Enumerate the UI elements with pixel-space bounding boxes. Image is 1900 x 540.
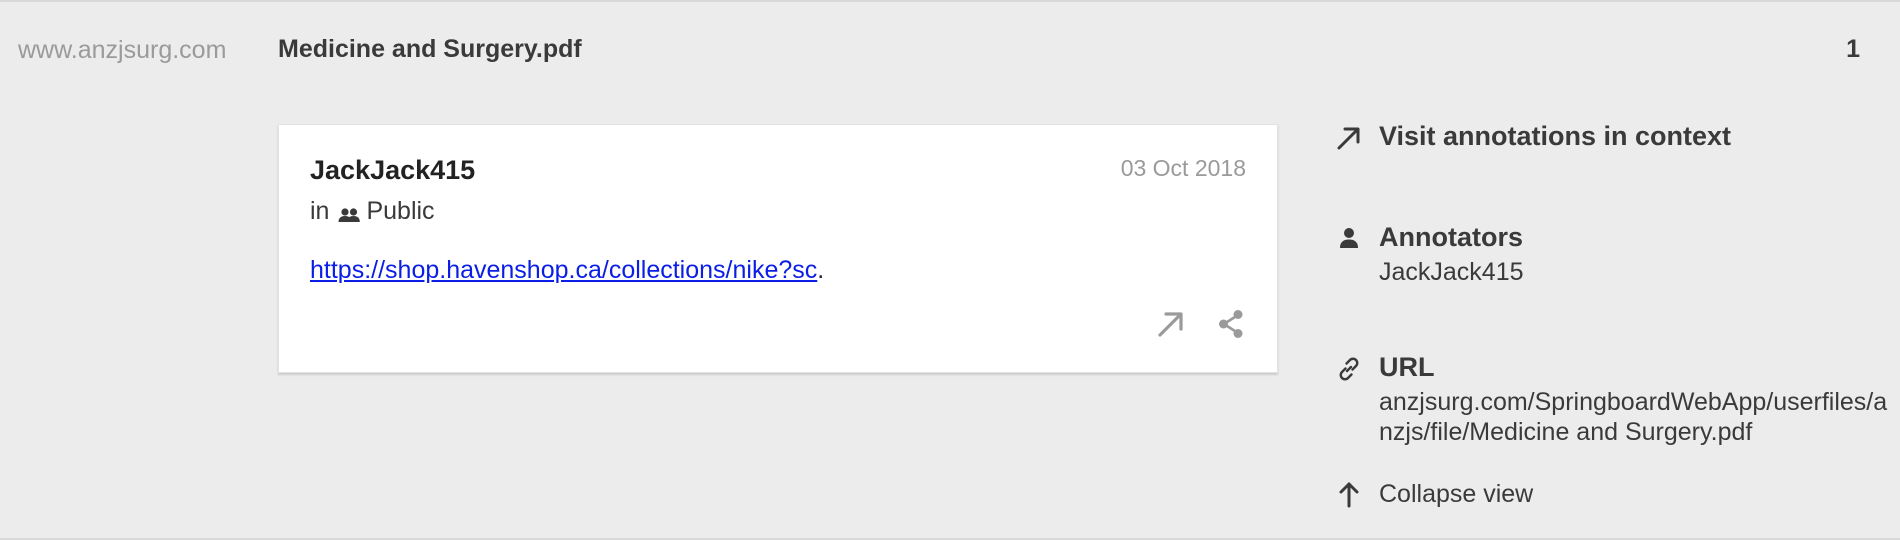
group-icon	[338, 203, 361, 222]
annotators-value: JackJack415	[1379, 258, 1524, 286]
annotators-title: Annotators	[1379, 222, 1523, 252]
share-icon[interactable]	[1215, 308, 1247, 340]
url-title: URL	[1379, 352, 1435, 382]
visit-annotations-label: Visit annotations in context	[1379, 121, 1732, 151]
annotation-trailing-text: .	[817, 256, 825, 284]
annotation-group: in Public	[310, 197, 435, 226]
document-domain: www.anzjsurg.com	[18, 36, 227, 64]
document-annotation-row: www.anzjsurg.com Medicine and Surgery.pd…	[0, 0, 1900, 540]
annotation-card: JackJack415 03 Oct 2018 in Public https:…	[278, 124, 1278, 373]
collapse-view-button[interactable]: Collapse view	[1336, 478, 1896, 514]
collapse-view-label: Collapse view	[1379, 480, 1534, 508]
annotation-date: 03 Oct 2018	[1120, 155, 1246, 181]
user-icon	[1336, 226, 1362, 252]
annotation-username[interactable]: JackJack415	[310, 155, 475, 186]
arrow-up-right-icon	[1336, 125, 1362, 151]
external-link-icon[interactable]	[1155, 308, 1187, 340]
url-value: anzjsurg.com/SpringboardWebApp/userfiles…	[1379, 388, 1888, 446]
link-icon	[1336, 356, 1362, 382]
document-title-link[interactable]: Medicine and Surgery.pdf	[278, 35, 582, 64]
group-name-link[interactable]: Public	[366, 197, 434, 226]
annotation-body: https://shop.havenshop.ca/collections/ni…	[310, 256, 824, 285]
annotation-count: 1	[1846, 35, 1860, 63]
annotation-actions	[1155, 308, 1247, 340]
arrow-up-icon	[1336, 480, 1362, 508]
document-header: www.anzjsurg.com Medicine and Surgery.pd…	[0, 2, 1900, 98]
visit-annotations-link[interactable]: Visit annotations in context	[1336, 121, 1896, 161]
group-prefix: in	[310, 197, 330, 225]
annotation-link[interactable]: https://shop.havenshop.ca/collections/ni…	[310, 256, 817, 284]
